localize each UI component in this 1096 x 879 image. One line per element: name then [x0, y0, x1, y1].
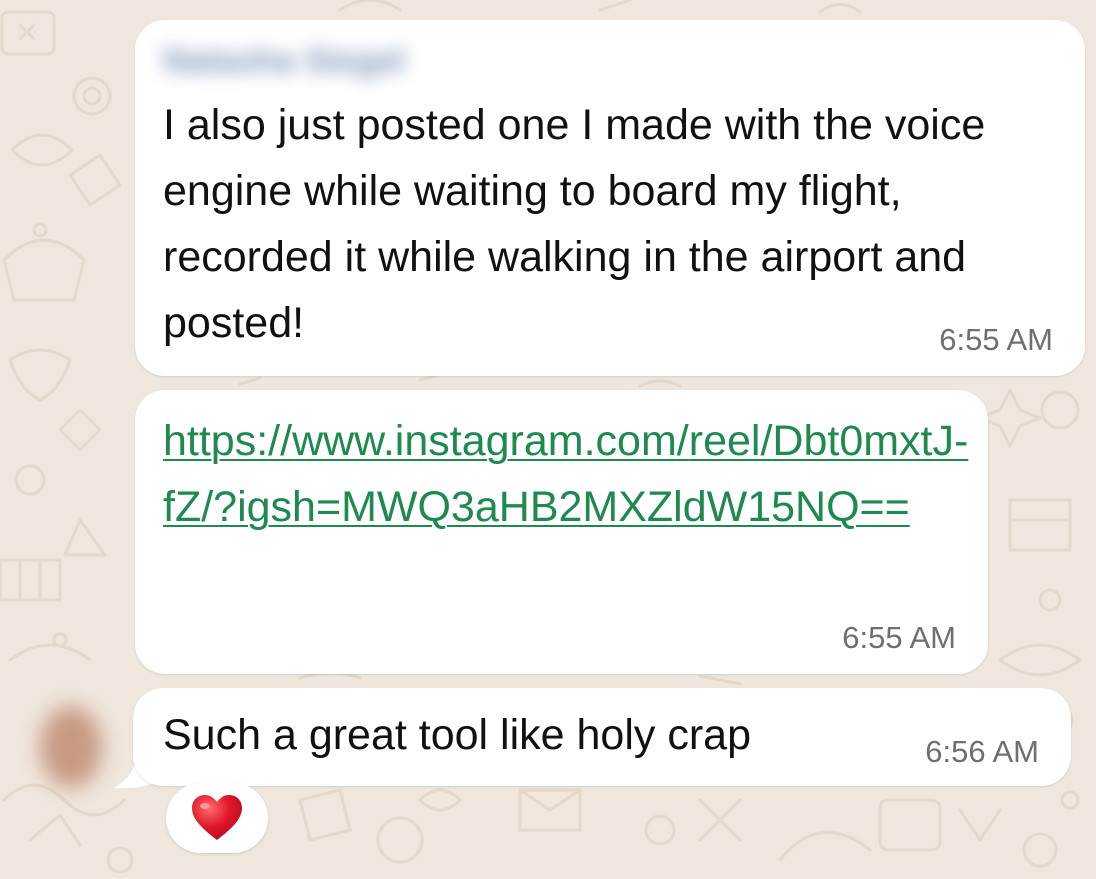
message-text: I also just posted one I made with the v… [163, 101, 986, 347]
link-message-bubble[interactable]: https://www.instagram.com/reel/Dbt0mxtJ-… [135, 390, 988, 674]
red-heart-icon [192, 795, 242, 840]
message-timestamp: 6:55 AM [842, 620, 956, 655]
instagram-reel-link[interactable]: https://www.instagram.com/reel/Dbt0mxtJ-… [163, 408, 983, 540]
message-timestamp: 6:56 AM [925, 734, 1039, 769]
message-bubble[interactable]: Natasha Siegel I also just posted one I … [135, 20, 1085, 376]
message-timestamp: 6:55 AM [939, 322, 1053, 357]
message-bubble[interactable]: Such a great tool like holy crap 6:56 AM [133, 688, 1071, 786]
sender-name: Natasha Siegel [163, 42, 405, 80]
avatar[interactable] [40, 706, 102, 788]
reaction-badge[interactable] [166, 783, 268, 853]
message-text: Such a great tool like holy crap [163, 711, 751, 759]
